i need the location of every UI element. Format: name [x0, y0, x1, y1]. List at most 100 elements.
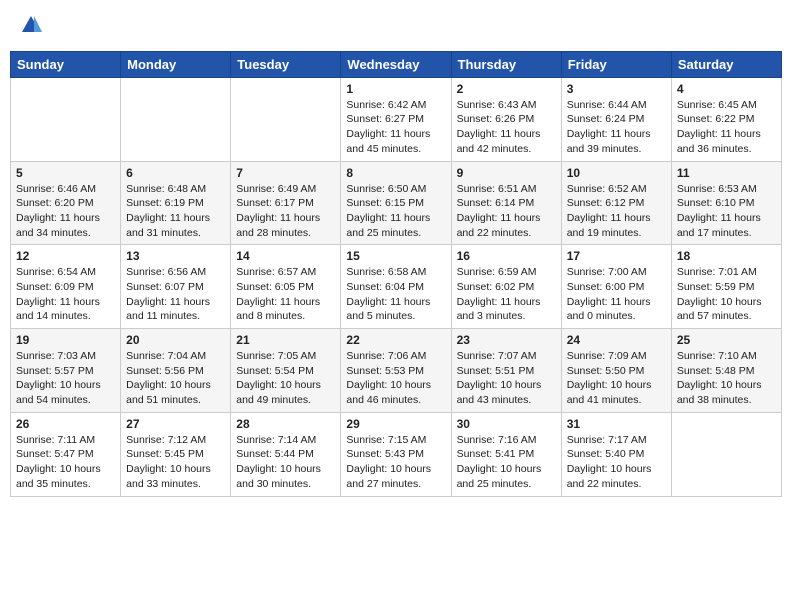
- day-info: Sunrise: 6:52 AM Sunset: 6:12 PM Dayligh…: [567, 182, 666, 241]
- day-info: Sunrise: 7:03 AM Sunset: 5:57 PM Dayligh…: [16, 349, 115, 408]
- day-info: Sunrise: 7:04 AM Sunset: 5:56 PM Dayligh…: [126, 349, 225, 408]
- logo-icon: [20, 14, 42, 36]
- day-number: 21: [236, 333, 335, 347]
- day-info: Sunrise: 7:17 AM Sunset: 5:40 PM Dayligh…: [567, 433, 666, 492]
- day-number: 2: [457, 82, 556, 96]
- day-info: Sunrise: 6:42 AM Sunset: 6:27 PM Dayligh…: [346, 98, 445, 157]
- calendar-cell: 16 Sunrise: 6:59 AM Sunset: 6:02 PM Dayli…: [451, 245, 561, 329]
- calendar-header-row: SundayMondayTuesdayWednesdayThursdayFrid…: [11, 51, 782, 77]
- calendar-cell: 15Sunrise: 6:58 AM Sunset: 6:04 PM Dayli…: [341, 245, 451, 329]
- day-info: Sunrise: 6:59 AM Sunset: 6:02 PM Dayligh…: [457, 265, 556, 324]
- calendar-cell: 7 Sunrise: 6:49 AM Sunset: 6:17 PM Daylig…: [231, 161, 341, 245]
- day-number: 19: [16, 333, 115, 347]
- calendar-cell: 3 Sunrise: 6:44 AM Sunset: 6:24 PM Daylig…: [561, 77, 671, 161]
- day-number: 11: [677, 166, 776, 180]
- calendar-cell: 5 Sunrise: 6:46 AM Sunset: 6:20 PM Daylig…: [11, 161, 121, 245]
- day-info: Sunrise: 7:14 AM Sunset: 5:44 PM Dayligh…: [236, 433, 335, 492]
- calendar-cell: 30 Sunrise: 7:16 AM Sunset: 5:41 PM Dayli…: [451, 412, 561, 496]
- calendar-cell: 14 Sunrise: 6:57 AM Sunset: 6:05 PM Dayli…: [231, 245, 341, 329]
- day-number: 30: [457, 417, 556, 431]
- day-info: Sunrise: 6:44 AM Sunset: 6:24 PM Dayligh…: [567, 98, 666, 157]
- page-header: [10, 10, 782, 45]
- day-number: 13: [126, 249, 225, 263]
- calendar-cell: 22 Sunrise: 7:06 AM Sunset: 5:53 PM Dayli…: [341, 329, 451, 413]
- day-header-saturday: Saturday: [671, 51, 781, 77]
- logo: [18, 14, 42, 41]
- day-number: 27: [126, 417, 225, 431]
- day-info: Sunrise: 6:45 AM Sunset: 6:22 PM Dayligh…: [677, 98, 776, 157]
- day-number: 16: [457, 249, 556, 263]
- calendar-cell: [671, 412, 781, 496]
- day-number: 3: [567, 82, 666, 96]
- calendar-cell: [11, 77, 121, 161]
- day-number: 26: [16, 417, 115, 431]
- day-info: Sunrise: 6:46 AM Sunset: 6:20 PM Dayligh…: [16, 182, 115, 241]
- day-number: 25: [677, 333, 776, 347]
- calendar-week-row: 19 Sunrise: 7:03 AM Sunset: 5:57 PM Dayli…: [11, 329, 782, 413]
- calendar-cell: 28 Sunrise: 7:14 AM Sunset: 5:44 PM Dayli…: [231, 412, 341, 496]
- day-number: 28: [236, 417, 335, 431]
- calendar-week-row: 1 Sunrise: 6:42 AM Sunset: 6:27 PM Daylig…: [11, 77, 782, 161]
- day-info: Sunrise: 7:11 AM Sunset: 5:47 PM Dayligh…: [16, 433, 115, 492]
- calendar-cell: 17 Sunrise: 7:00 AM Sunset: 6:00 PM Dayli…: [561, 245, 671, 329]
- calendar-cell: 27Sunrise: 7:12 AM Sunset: 5:45 PM Dayli…: [121, 412, 231, 496]
- day-info: Sunrise: 6:49 AM Sunset: 6:17 PM Dayligh…: [236, 182, 335, 241]
- calendar-cell: 31 Sunrise: 7:17 AM Sunset: 5:40 PM Dayli…: [561, 412, 671, 496]
- day-info: Sunrise: 7:15 AM Sunset: 5:43 PM Dayligh…: [346, 433, 445, 492]
- day-header-sunday: Sunday: [11, 51, 121, 77]
- day-info: Sunrise: 7:00 AM Sunset: 6:00 PM Dayligh…: [567, 265, 666, 324]
- calendar-cell: 20 Sunrise: 7:04 AM Sunset: 5:56 PM Dayli…: [121, 329, 231, 413]
- day-info: Sunrise: 7:06 AM Sunset: 5:53 PM Dayligh…: [346, 349, 445, 408]
- calendar-cell: [121, 77, 231, 161]
- day-info: Sunrise: 7:16 AM Sunset: 5:41 PM Dayligh…: [457, 433, 556, 492]
- day-info: Sunrise: 6:58 AM Sunset: 6:04 PM Dayligh…: [346, 265, 445, 324]
- day-number: 20: [126, 333, 225, 347]
- calendar-cell: 13 Sunrise: 6:56 AM Sunset: 6:07 PM Dayli…: [121, 245, 231, 329]
- day-number: 5: [16, 166, 115, 180]
- day-header-tuesday: Tuesday: [231, 51, 341, 77]
- day-number: 6: [126, 166, 225, 180]
- calendar-cell: 1 Sunrise: 6:42 AM Sunset: 6:27 PM Daylig…: [341, 77, 451, 161]
- day-number: 1: [346, 82, 445, 96]
- day-info: Sunrise: 7:07 AM Sunset: 5:51 PM Dayligh…: [457, 349, 556, 408]
- calendar-week-row: 26 Sunrise: 7:11 AM Sunset: 5:47 PM Dayli…: [11, 412, 782, 496]
- calendar-cell: 12 Sunrise: 6:54 AM Sunset: 6:09 PM Dayli…: [11, 245, 121, 329]
- day-number: 7: [236, 166, 335, 180]
- calendar-cell: 25 Sunrise: 7:10 AM Sunset: 5:48 PM Dayli…: [671, 329, 781, 413]
- calendar-cell: 10Sunrise: 6:52 AM Sunset: 6:12 PM Dayli…: [561, 161, 671, 245]
- day-number: 31: [567, 417, 666, 431]
- day-info: Sunrise: 7:10 AM Sunset: 5:48 PM Dayligh…: [677, 349, 776, 408]
- calendar-cell: 11 Sunrise: 6:53 AM Sunset: 6:10 PM Dayli…: [671, 161, 781, 245]
- day-info: Sunrise: 7:01 AM Sunset: 5:59 PM Dayligh…: [677, 265, 776, 324]
- day-number: 14: [236, 249, 335, 263]
- calendar-week-row: 12 Sunrise: 6:54 AM Sunset: 6:09 PM Dayli…: [11, 245, 782, 329]
- day-number: 12: [16, 249, 115, 263]
- calendar-cell: 29Sunrise: 7:15 AM Sunset: 5:43 PM Dayli…: [341, 412, 451, 496]
- calendar-cell: 8 Sunrise: 6:50 AM Sunset: 6:15 PM Daylig…: [341, 161, 451, 245]
- day-number: 4: [677, 82, 776, 96]
- calendar-cell: 21Sunrise: 7:05 AM Sunset: 5:54 PM Dayli…: [231, 329, 341, 413]
- calendar-cell: 26 Sunrise: 7:11 AM Sunset: 5:47 PM Dayli…: [11, 412, 121, 496]
- calendar-cell: 2Sunrise: 6:43 AM Sunset: 6:26 PM Daylig…: [451, 77, 561, 161]
- calendar-cell: 9Sunrise: 6:51 AM Sunset: 6:14 PM Daylig…: [451, 161, 561, 245]
- day-header-thursday: Thursday: [451, 51, 561, 77]
- calendar-cell: 19 Sunrise: 7:03 AM Sunset: 5:57 PM Dayli…: [11, 329, 121, 413]
- day-number: 17: [567, 249, 666, 263]
- calendar-cell: 18Sunrise: 7:01 AM Sunset: 5:59 PM Dayli…: [671, 245, 781, 329]
- day-info: Sunrise: 6:56 AM Sunset: 6:07 PM Dayligh…: [126, 265, 225, 324]
- day-header-friday: Friday: [561, 51, 671, 77]
- calendar-cell: 4 Sunrise: 6:45 AM Sunset: 6:22 PM Daylig…: [671, 77, 781, 161]
- day-info: Sunrise: 6:57 AM Sunset: 6:05 PM Dayligh…: [236, 265, 335, 324]
- day-number: 8: [346, 166, 445, 180]
- day-info: Sunrise: 6:48 AM Sunset: 6:19 PM Dayligh…: [126, 182, 225, 241]
- day-number: 22: [346, 333, 445, 347]
- calendar-table: SundayMondayTuesdayWednesdayThursdayFrid…: [10, 51, 782, 497]
- day-info: Sunrise: 6:53 AM Sunset: 6:10 PM Dayligh…: [677, 182, 776, 241]
- day-header-wednesday: Wednesday: [341, 51, 451, 77]
- day-info: Sunrise: 6:54 AM Sunset: 6:09 PM Dayligh…: [16, 265, 115, 324]
- day-info: Sunrise: 7:09 AM Sunset: 5:50 PM Dayligh…: [567, 349, 666, 408]
- day-info: Sunrise: 6:50 AM Sunset: 6:15 PM Dayligh…: [346, 182, 445, 241]
- calendar-cell: 24Sunrise: 7:09 AM Sunset: 5:50 PM Dayli…: [561, 329, 671, 413]
- calendar-cell: 23Sunrise: 7:07 AM Sunset: 5:51 PM Dayli…: [451, 329, 561, 413]
- calendar-week-row: 5 Sunrise: 6:46 AM Sunset: 6:20 PM Daylig…: [11, 161, 782, 245]
